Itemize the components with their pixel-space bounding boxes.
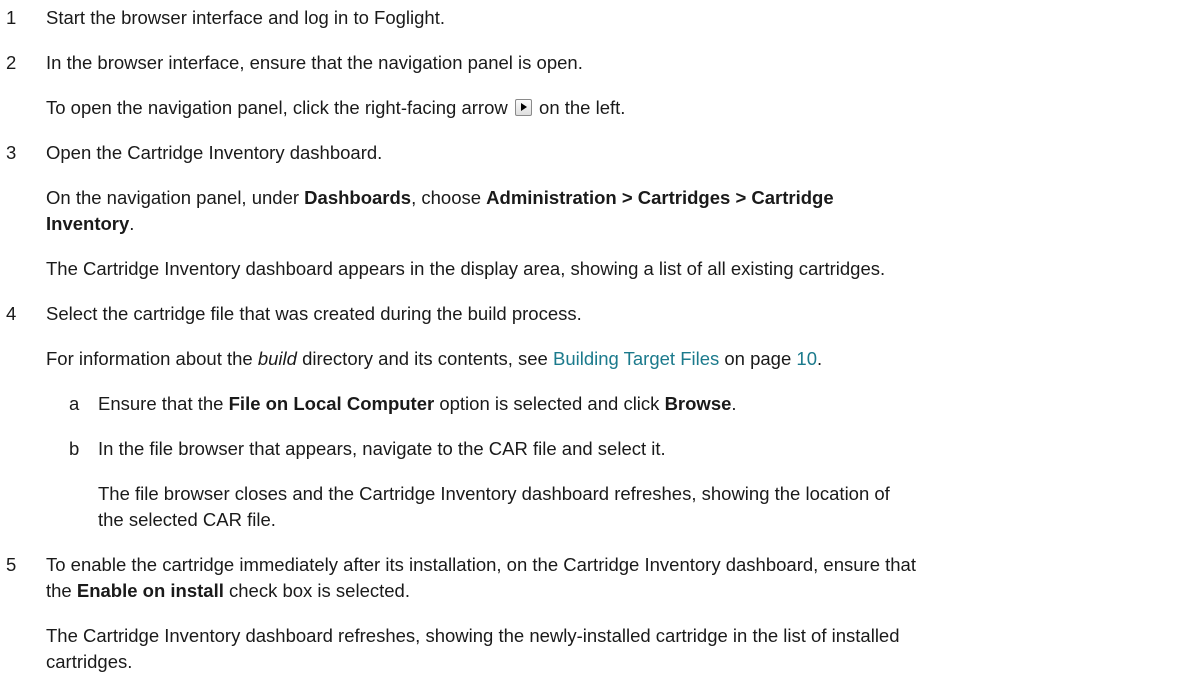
page-10-link[interactable]: 10	[796, 348, 817, 369]
step-4-info: For information about the build director…	[46, 346, 822, 372]
step-1-number: 1	[6, 7, 17, 28]
step-5-text-1: To enable the cartridge immediately afte…	[46, 554, 916, 575]
file-on-local-computer: File on Local Computer	[228, 393, 435, 414]
step-3-nav-line-1: On the navigation panel, under Dashboard…	[46, 185, 834, 211]
step-3-number: 3	[6, 142, 17, 163]
substep-a-mid: option is selected and click	[439, 393, 660, 414]
step-5-post: check box is selected.	[229, 580, 410, 601]
nav-path-2: Inventory	[46, 213, 130, 234]
step-2-text: In the browser interface, ensure that th…	[46, 52, 583, 73]
right-facing-arrow-icon	[514, 99, 532, 116]
nav-path-1: Administration > Cartridges > Cartridge	[486, 187, 834, 208]
nav-dashboards: Dashboards	[304, 187, 412, 208]
substep-b-letter: b	[69, 438, 80, 459]
step-4-number: 4	[6, 303, 17, 324]
browse-label: Browse	[664, 393, 732, 414]
step-5-number: 5	[6, 554, 17, 575]
substep-a-text: Ensure that the File on Local Computer o…	[98, 391, 737, 417]
step-2-detail-before: To open the navigation panel, click the …	[46, 97, 508, 118]
info-pre: For information about the	[46, 348, 253, 369]
substep-a-letter: a	[69, 393, 80, 414]
step-5-text-2: the Enable on install check box is selec…	[46, 578, 410, 604]
substep-b-text: In the file browser that appears, naviga…	[98, 438, 666, 459]
enable-on-install: Enable on install	[76, 580, 224, 601]
step-2-detail-after: on the left.	[539, 97, 626, 118]
nav-pre: On the navigation panel, under	[46, 187, 300, 208]
step-5-pre: the	[46, 580, 72, 601]
info-build: build	[257, 348, 297, 369]
substep-b-result-2: the selected CAR file.	[98, 509, 276, 530]
step-2-number: 2	[6, 52, 17, 73]
step-4-text: Select the cartridge file that was creat…	[46, 303, 582, 324]
substep-a-end: .	[731, 393, 737, 414]
step-1-text: Start the browser interface and log in t…	[46, 7, 445, 28]
step-5-result-2: cartridges.	[46, 651, 133, 672]
substep-a-pre: Ensure that the	[98, 393, 224, 414]
step-5-result-1: The Cartridge Inventory dashboard refres…	[46, 625, 900, 646]
step-3-text: Open the Cartridge Inventory dashboard.	[46, 142, 383, 163]
step-3-nav-line-2: Inventory.	[46, 211, 134, 237]
nav-end: .	[129, 213, 135, 234]
info-on-page: on page	[724, 348, 792, 369]
step-3-result: The Cartridge Inventory dashboard appear…	[46, 258, 886, 279]
substep-b-result-1: The file browser closes and the Cartridg…	[98, 483, 890, 504]
info-mid: directory and its contents, see	[302, 348, 548, 369]
nav-mid: , choose	[411, 187, 482, 208]
step-2-detail: To open the navigation panel, click the …	[46, 95, 625, 121]
building-target-files-link[interactable]: Building Target Files	[553, 348, 719, 369]
info-end: .	[816, 348, 823, 369]
